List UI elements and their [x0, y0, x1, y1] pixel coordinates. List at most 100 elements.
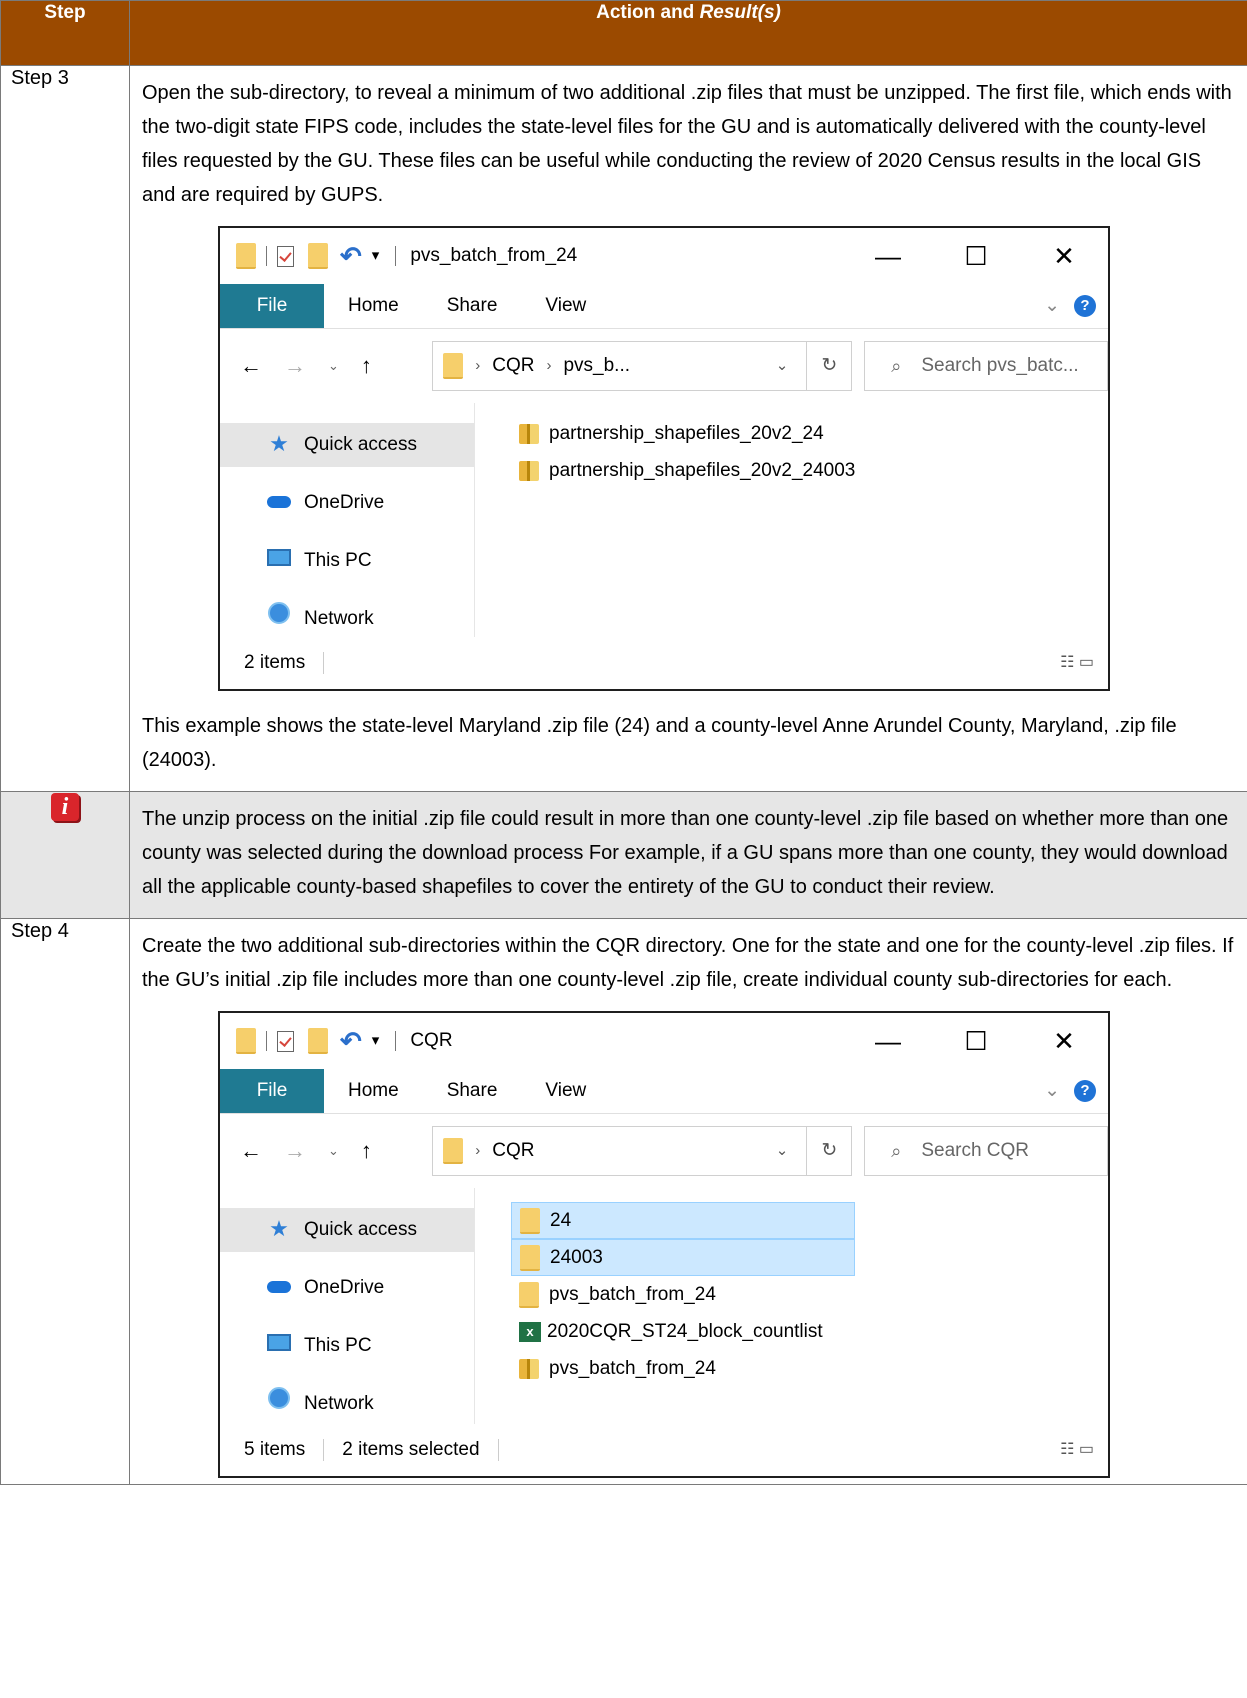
address-row: ← → ⌄ ↑ › CQR › pvs_b... ⌄ ↻ ⌕ Search pv…: [220, 328, 1108, 403]
title-bar: ↶ ▾ pvs_batch_from_24 — ☐ ✕: [220, 228, 1108, 284]
zip-icon: [519, 460, 539, 481]
breadcrumb-current[interactable]: pvs_b...: [563, 349, 630, 383]
list-item[interactable]: partnership_shapefiles_20v2_24: [511, 415, 863, 452]
network-icon: [268, 602, 290, 624]
folder-icon[interactable]: [236, 243, 256, 269]
cloud-icon: [267, 1281, 291, 1293]
undo-icon[interactable]: ↶: [340, 1024, 362, 1058]
action-column-header: Action and Result(s): [129, 0, 1247, 66]
note-icon-cell: i: [0, 791, 130, 919]
nav-network[interactable]: Network: [220, 1382, 474, 1426]
expand-ribbon-icon[interactable]: ⌄: [1044, 1074, 1060, 1108]
navigation-pane: ★ Quick access OneDrive This PC Network: [220, 403, 475, 637]
maximize-button[interactable]: ☐: [932, 1024, 1020, 1058]
folder-icon: [443, 1138, 464, 1164]
help-icon[interactable]: ?: [1074, 295, 1096, 317]
maximize-button[interactable]: ☐: [932, 239, 1020, 273]
star-icon: ★: [269, 1216, 289, 1241]
list-item[interactable]: pvs_batch_from_24: [511, 1276, 863, 1313]
folder-icon[interactable]: [236, 1028, 256, 1054]
recent-locations-icon[interactable]: ⌄: [328, 349, 339, 383]
tab-home[interactable]: Home: [324, 1069, 423, 1113]
nav-quick-access[interactable]: ★ Quick access: [220, 1208, 474, 1252]
tab-file[interactable]: File: [220, 1069, 324, 1113]
recent-locations-icon[interactable]: ⌄: [328, 1134, 339, 1168]
tab-home[interactable]: Home: [324, 284, 423, 328]
tab-view[interactable]: View: [521, 1069, 610, 1113]
up-icon[interactable]: ↑: [361, 349, 372, 383]
step-description: Open the sub-directory, to reveal a mini…: [142, 82, 1232, 206]
title-bar: ↶ ▾ CQR — ☐ ✕: [220, 1013, 1108, 1069]
list-item-selected[interactable]: 24003: [511, 1239, 855, 1276]
ribbon-tabs: File Home Share View ⌄?: [220, 284, 1108, 328]
minimize-button[interactable]: —: [844, 239, 932, 273]
list-item[interactable]: pvs_batch_from_24: [511, 1350, 863, 1387]
network-icon: [268, 1387, 290, 1409]
zip-icon: [519, 1358, 539, 1379]
nav-network[interactable]: Network: [220, 597, 474, 641]
tab-view[interactable]: View: [521, 284, 610, 328]
view-toggle-icon[interactable]: ☷ ▭: [1060, 1433, 1094, 1467]
minimize-button[interactable]: —: [844, 1024, 932, 1058]
new-folder-icon[interactable]: [308, 1028, 328, 1054]
tab-file[interactable]: File: [220, 284, 324, 328]
forward-icon[interactable]: →: [284, 349, 306, 383]
step-row: Step 4 Create the two additional sub-dir…: [0, 918, 1247, 1485]
nav-onedrive[interactable]: OneDrive: [220, 1266, 474, 1310]
info-icon: i: [51, 793, 79, 821]
address-dropdown-icon[interactable]: ⌄: [776, 349, 789, 383]
note-row: i The unzip process on the initial .zip …: [0, 791, 1247, 919]
list-item[interactable]: x 2020CQR_ST24_block_countlist: [511, 1313, 863, 1350]
nav-onedrive[interactable]: OneDrive: [220, 481, 474, 525]
customize-toolbar-icon[interactable]: ▾: [372, 239, 380, 273]
refresh-icon[interactable]: ↻: [806, 342, 851, 390]
address-bar[interactable]: › CQR › pvs_b... ⌄ ↻: [432, 341, 853, 391]
item-count: 5 items: [244, 1439, 306, 1460]
close-button[interactable]: ✕: [1020, 1024, 1108, 1058]
address-dropdown-icon[interactable]: ⌄: [776, 1134, 789, 1168]
customize-toolbar-icon[interactable]: ▾: [372, 1024, 380, 1058]
search-input[interactable]: ⌕ Search pvs_batc...: [864, 341, 1108, 391]
step-description: Create the two additional sub-directorie…: [142, 935, 1234, 991]
search-placeholder: Search CQR: [921, 1140, 1030, 1161]
new-folder-icon[interactable]: [308, 243, 328, 269]
navigation-pane: ★ Quick access OneDrive This PC Network: [220, 1188, 475, 1424]
nav-this-pc[interactable]: This PC: [220, 539, 474, 583]
step-label: Step 3: [0, 65, 130, 792]
computer-icon: [267, 1334, 291, 1351]
undo-icon[interactable]: ↶: [340, 239, 362, 273]
properties-icon[interactable]: [277, 1030, 294, 1052]
forward-icon[interactable]: →: [284, 1134, 306, 1168]
list-item-selected[interactable]: 24: [511, 1202, 855, 1239]
tab-share[interactable]: Share: [423, 284, 522, 328]
step-column-header: Step: [0, 0, 130, 66]
back-icon[interactable]: ←: [240, 1134, 262, 1168]
refresh-icon[interactable]: ↻: [806, 1127, 851, 1175]
tab-share[interactable]: Share: [423, 1069, 522, 1113]
address-row: ← → ⌄ ↑ › CQR ⌄ ↻ ⌕ Search CQR: [220, 1113, 1108, 1188]
view-toggle-icon[interactable]: ☷ ▭: [1060, 646, 1094, 680]
status-bar: 2 items ☷ ▭: [220, 637, 1108, 689]
close-button[interactable]: ✕: [1020, 239, 1108, 273]
step-row: Step 3 Open the sub-directory, to reveal…: [0, 65, 1247, 792]
computer-icon: [267, 549, 291, 566]
list-item[interactable]: partnership_shapefiles_20v2_24003: [511, 452, 863, 489]
help-icon[interactable]: ?: [1074, 1080, 1096, 1102]
zip-icon: [519, 423, 539, 444]
search-input[interactable]: ⌕ Search CQR: [864, 1126, 1108, 1176]
star-icon: ★: [269, 431, 289, 456]
breadcrumb-cqr[interactable]: CQR: [492, 1134, 534, 1168]
window-title: pvs_batch_from_24: [410, 245, 578, 266]
address-bar[interactable]: › CQR ⌄ ↻: [432, 1126, 853, 1176]
properties-icon[interactable]: [277, 245, 294, 267]
nav-quick-access[interactable]: ★ Quick access: [220, 423, 474, 467]
expand-ribbon-icon[interactable]: ⌄: [1044, 289, 1060, 323]
folder-icon: [519, 1281, 539, 1308]
back-icon[interactable]: ←: [240, 349, 262, 383]
procedure-table: Step Action and Result(s) Step 3 Open th…: [0, 0, 1247, 1485]
nav-this-pc[interactable]: This PC: [220, 1324, 474, 1368]
up-icon[interactable]: ↑: [361, 1134, 372, 1168]
explorer-window: ↶ ▾ CQR — ☐ ✕ File Home Share View ⌄? ← …: [218, 1011, 1110, 1478]
cloud-icon: [267, 496, 291, 508]
breadcrumb-cqr[interactable]: CQR: [492, 349, 534, 383]
